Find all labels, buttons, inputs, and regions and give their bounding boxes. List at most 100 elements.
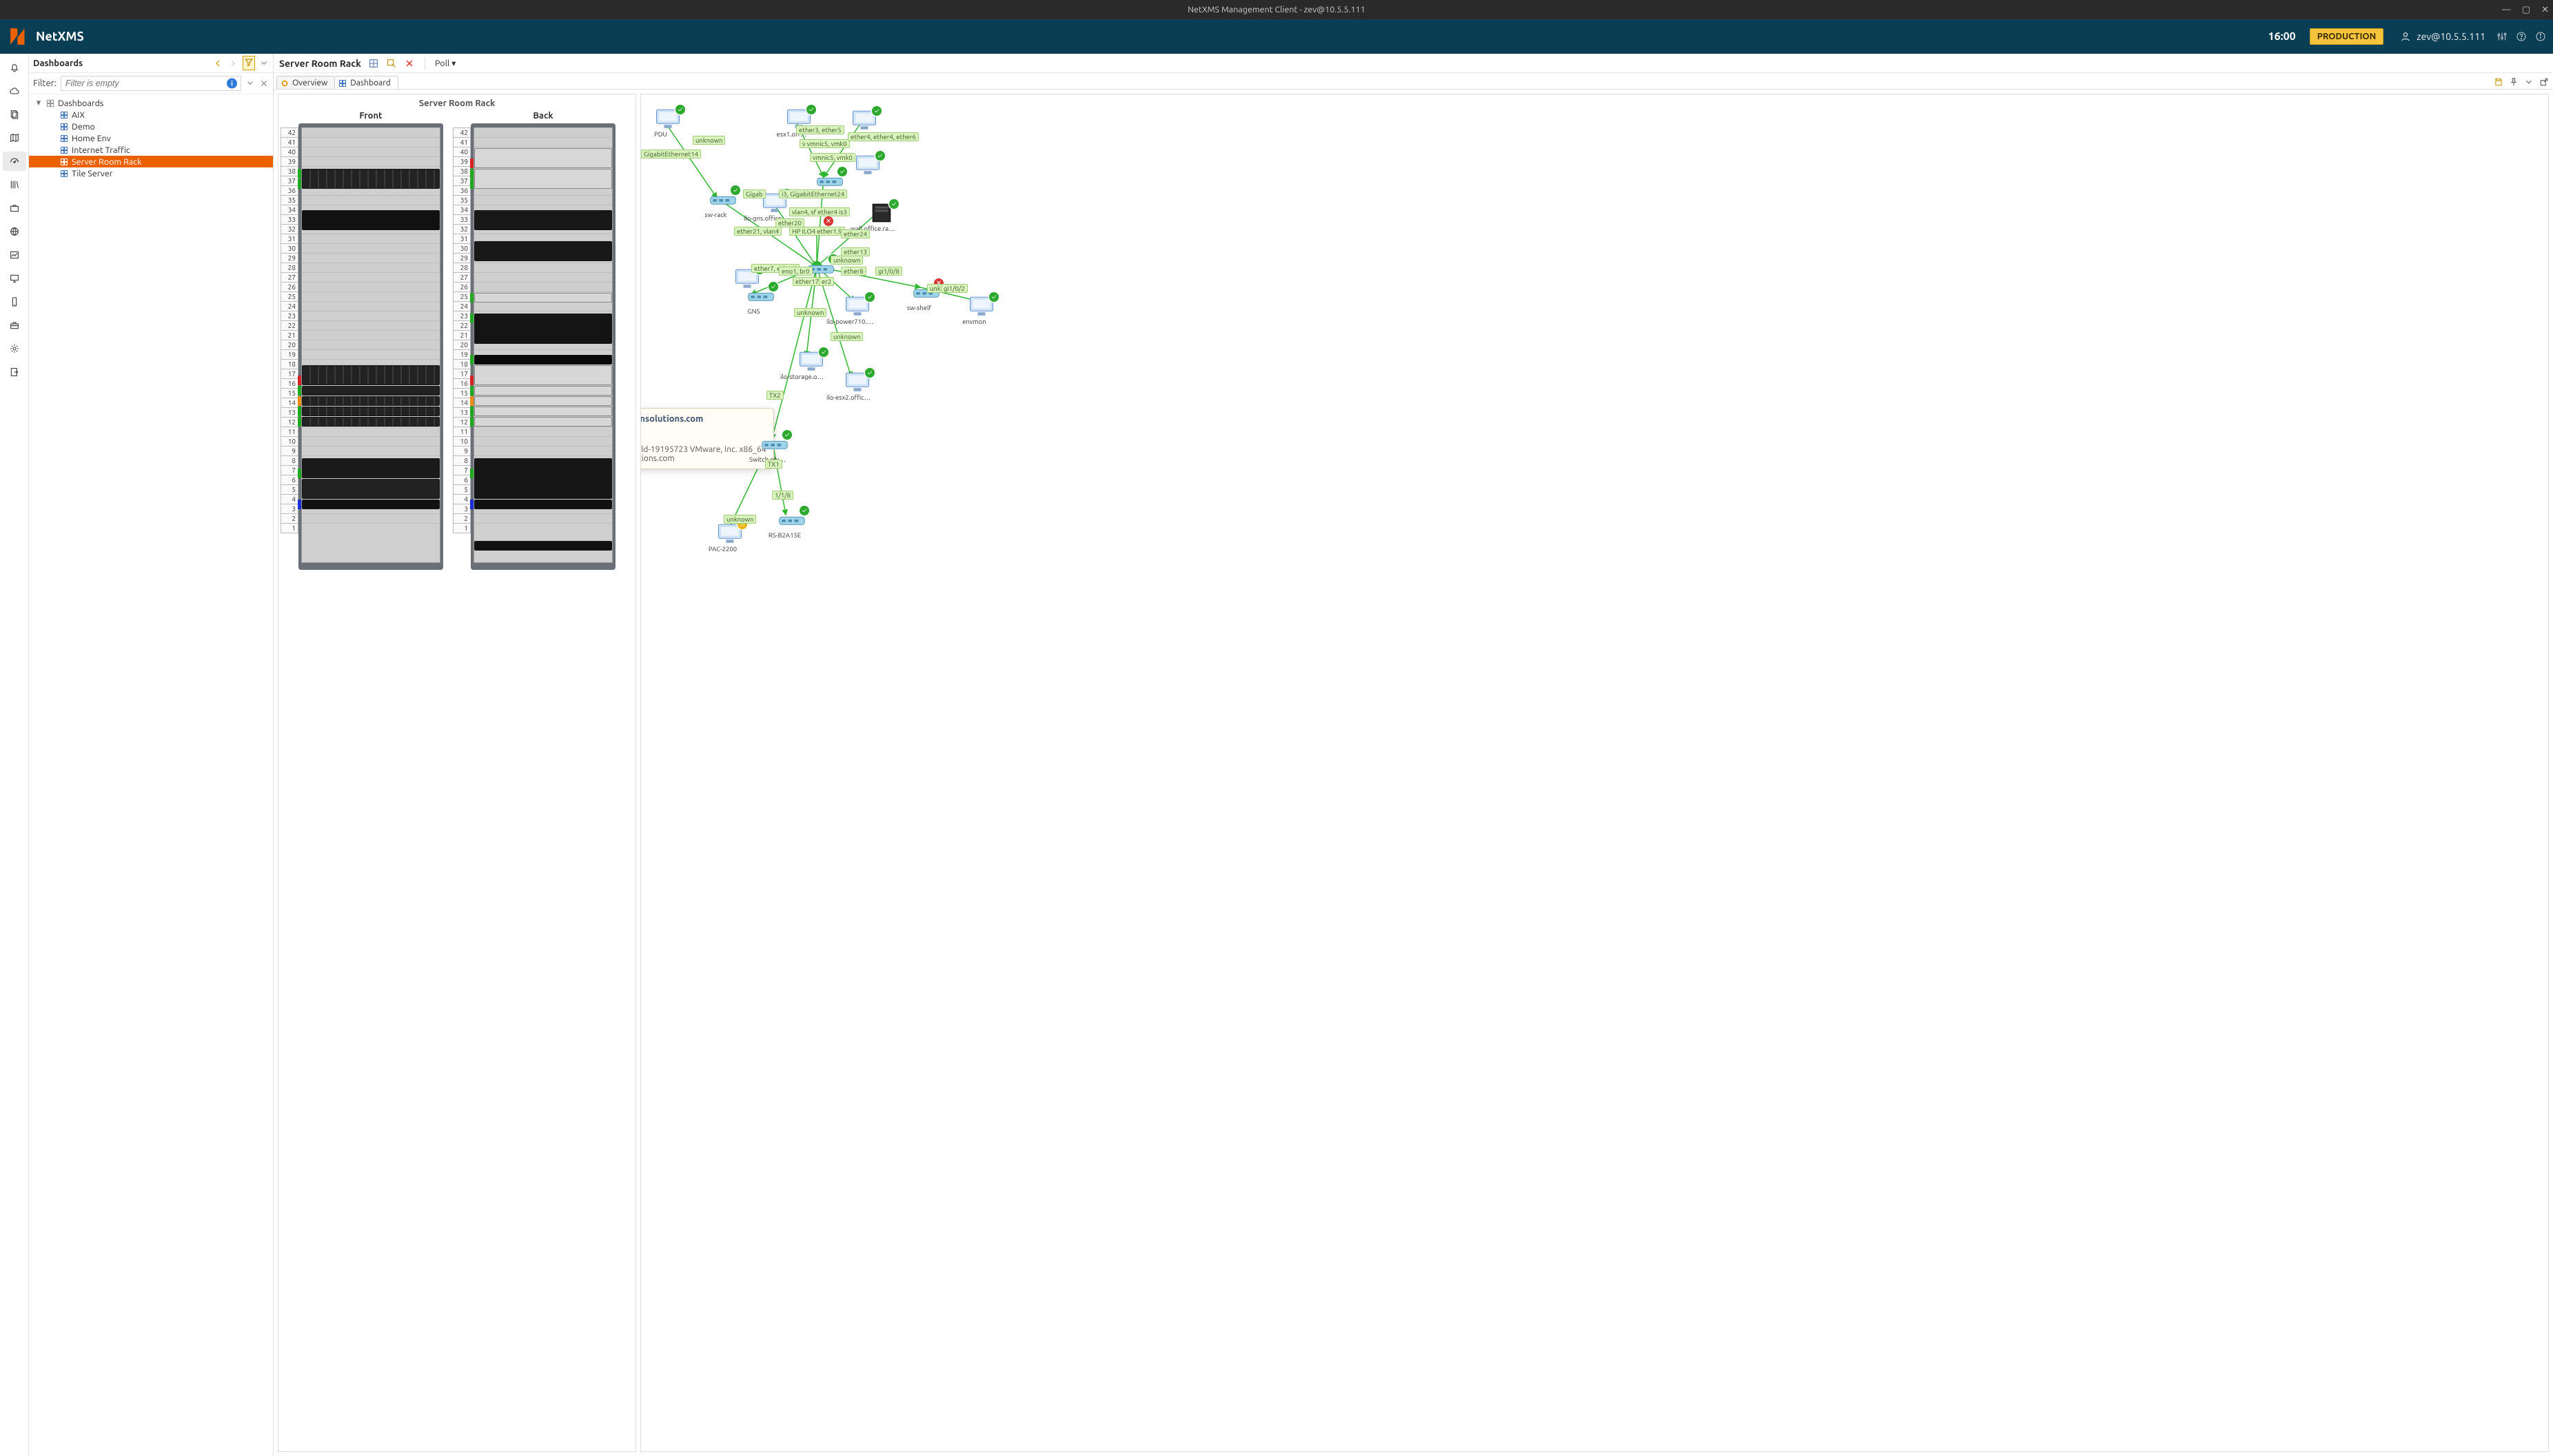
map-node[interactable]: ✓GNS <box>744 284 777 315</box>
filter-input[interactable] <box>61 76 241 91</box>
tab-dashboard[interactable]: Dashboard <box>334 76 398 89</box>
rack-device[interactable] <box>474 365 612 385</box>
chevron-down-icon[interactable] <box>2524 77 2534 87</box>
environment-badge: PRODUCTION <box>2310 28 2384 45</box>
rack-device[interactable] <box>302 396 440 406</box>
rack-device[interactable] <box>302 386 440 396</box>
rack-device[interactable] <box>474 541 612 551</box>
tree-item[interactable]: Tile Server <box>29 167 273 179</box>
rail-gauge-icon[interactable] <box>3 152 26 171</box>
filter-info-icon[interactable]: i <box>227 79 237 89</box>
toolbar-grid-icon[interactable] <box>368 58 379 69</box>
tab-overview[interactable]: Overview <box>276 76 335 89</box>
window-title: NetXMS Management Client - zev@10.5.5.11… <box>1188 5 1365 14</box>
rack-device[interactable] <box>474 458 612 499</box>
rack-device[interactable] <box>474 241 612 261</box>
rack-device[interactable] <box>474 417 612 427</box>
rack-device[interactable] <box>302 500 440 509</box>
edge-label: unknown <box>831 332 863 341</box>
tree-item[interactable]: Server Room Rack <box>29 156 273 167</box>
collapse-icon[interactable] <box>259 59 269 68</box>
map-node[interactable]: ✓Switch eb:… <box>758 432 791 463</box>
map-node[interactable]: ✓envmon <box>965 294 998 325</box>
rack-back[interactable]: 4241403938373635343332313029282726252423… <box>471 123 616 570</box>
map-node[interactable]: ✓RS-B2A15E <box>775 508 808 539</box>
map-node[interactable]: PAC-2200 <box>713 522 746 553</box>
rail-stack-icon[interactable] <box>3 105 26 124</box>
rail-phone-icon[interactable] <box>3 292 26 311</box>
rack-device[interactable] <box>474 169 612 189</box>
window-maximize-icon[interactable]: ▢ <box>2522 5 2530 15</box>
user-block[interactable]: zev@10.5.5.111 <box>2400 31 2485 42</box>
edge-label: ether17 <box>793 277 822 286</box>
rack-device[interactable] <box>302 407 440 416</box>
rack-device[interactable] <box>474 148 612 168</box>
tree-item[interactable]: Internet Traffic <box>29 144 273 156</box>
rail-cloud-icon[interactable] <box>3 81 26 101</box>
rack-device[interactable] <box>474 396 612 406</box>
filter-label: Filter: <box>33 79 57 88</box>
rail-gear-icon[interactable] <box>3 339 26 358</box>
tree-root[interactable]: ▾ Dashboards <box>29 97 273 109</box>
rack-device[interactable] <box>302 210 440 230</box>
map-node[interactable]: ✓ <box>848 108 881 132</box>
tree-item[interactable]: AIX <box>29 109 273 121</box>
tree-item[interactable]: Demo <box>29 121 273 132</box>
map-node[interactable]: ✓sw-rack <box>706 187 740 218</box>
filter-clear-icon[interactable] <box>245 79 255 88</box>
rail-library-icon[interactable] <box>3 175 26 194</box>
rail-toolbox-icon[interactable] <box>3 316 26 335</box>
edge-label: unknown <box>693 136 725 145</box>
rack-card[interactable]: Server Room Rack Front 42414039383736353… <box>278 94 636 1452</box>
filter-toggle-icon[interactable] <box>243 56 255 70</box>
rack-device[interactable] <box>302 417 440 427</box>
edge-label: HP iLO4 ether1.9 <box>789 227 845 236</box>
rail-monitor-icon[interactable] <box>3 269 26 288</box>
map-node[interactable]: ✓ilo-power710.office… <box>841 294 874 325</box>
rack-front-label: Front <box>359 111 382 121</box>
rail-chart-icon[interactable] <box>3 245 26 265</box>
rail-export-icon[interactable] <box>3 362 26 382</box>
poll-menu[interactable]: Poll ▾ <box>435 58 456 68</box>
rack-device[interactable] <box>474 500 612 509</box>
tree-item[interactable]: Home Env <box>29 132 273 144</box>
rack-device[interactable] <box>302 365 440 385</box>
rack-device[interactable] <box>474 314 612 344</box>
edge-label: Gigab <box>743 189 766 198</box>
rack-device[interactable] <box>474 355 612 365</box>
tree[interactable]: ▾ Dashboards AIXDemoHome EnvInternet Tra… <box>29 94 273 1456</box>
edge-label: TX1 <box>765 460 782 469</box>
rack-device[interactable] <box>474 407 612 416</box>
map-node[interactable]: ✓ilo-esx2.office.rade… <box>841 370 874 401</box>
rack-device[interactable] <box>302 479 440 499</box>
filter-remove-icon[interactable] <box>259 79 269 88</box>
rack-device[interactable] <box>474 293 612 303</box>
rack-device[interactable] <box>474 386 612 396</box>
toolbar-edit-icon[interactable] <box>386 58 397 69</box>
map-node[interactable]: ✓ <box>851 153 884 176</box>
toolbar-delete-icon[interactable] <box>404 58 415 69</box>
pin-icon[interactable] <box>2509 77 2519 87</box>
rack-front[interactable]: 4241403938373635343332313029282726252423… <box>298 123 443 570</box>
help-icon[interactable] <box>2516 31 2527 42</box>
map-node[interactable]: ✓PDU <box>651 107 684 138</box>
rack-device[interactable] <box>302 458 440 478</box>
window-close-icon[interactable]: ✕ <box>2541 5 2549 15</box>
rack-device[interactable] <box>302 169 440 189</box>
rail-bell-icon[interactable] <box>3 58 26 77</box>
pin-save-icon[interactable] <box>2494 77 2503 87</box>
settings-sliders-icon[interactable] <box>2496 31 2508 42</box>
map-node[interactable]: ✓wall.office.radensol… <box>865 201 898 232</box>
network-map-card[interactable]: esx1.office.radensolutions.com NORMAL 10… <box>640 94 2549 1452</box>
nav-back-icon[interactable] <box>212 58 223 69</box>
info-icon[interactable] <box>2535 31 2546 42</box>
rail-globe-icon[interactable] <box>3 222 26 241</box>
nav-forward-icon[interactable] <box>227 58 238 69</box>
window-minimize-icon[interactable]: — <box>2502 5 2511 14</box>
rail-map-icon[interactable] <box>3 128 26 147</box>
popout-icon[interactable] <box>2539 77 2549 87</box>
rail-briefcase-icon[interactable] <box>3 198 26 218</box>
rack-device[interactable] <box>474 210 612 230</box>
edge-label: ether21, vlan4 <box>734 227 782 236</box>
map-node[interactable]: ✓ilo-storage.office.ra… <box>795 349 828 380</box>
